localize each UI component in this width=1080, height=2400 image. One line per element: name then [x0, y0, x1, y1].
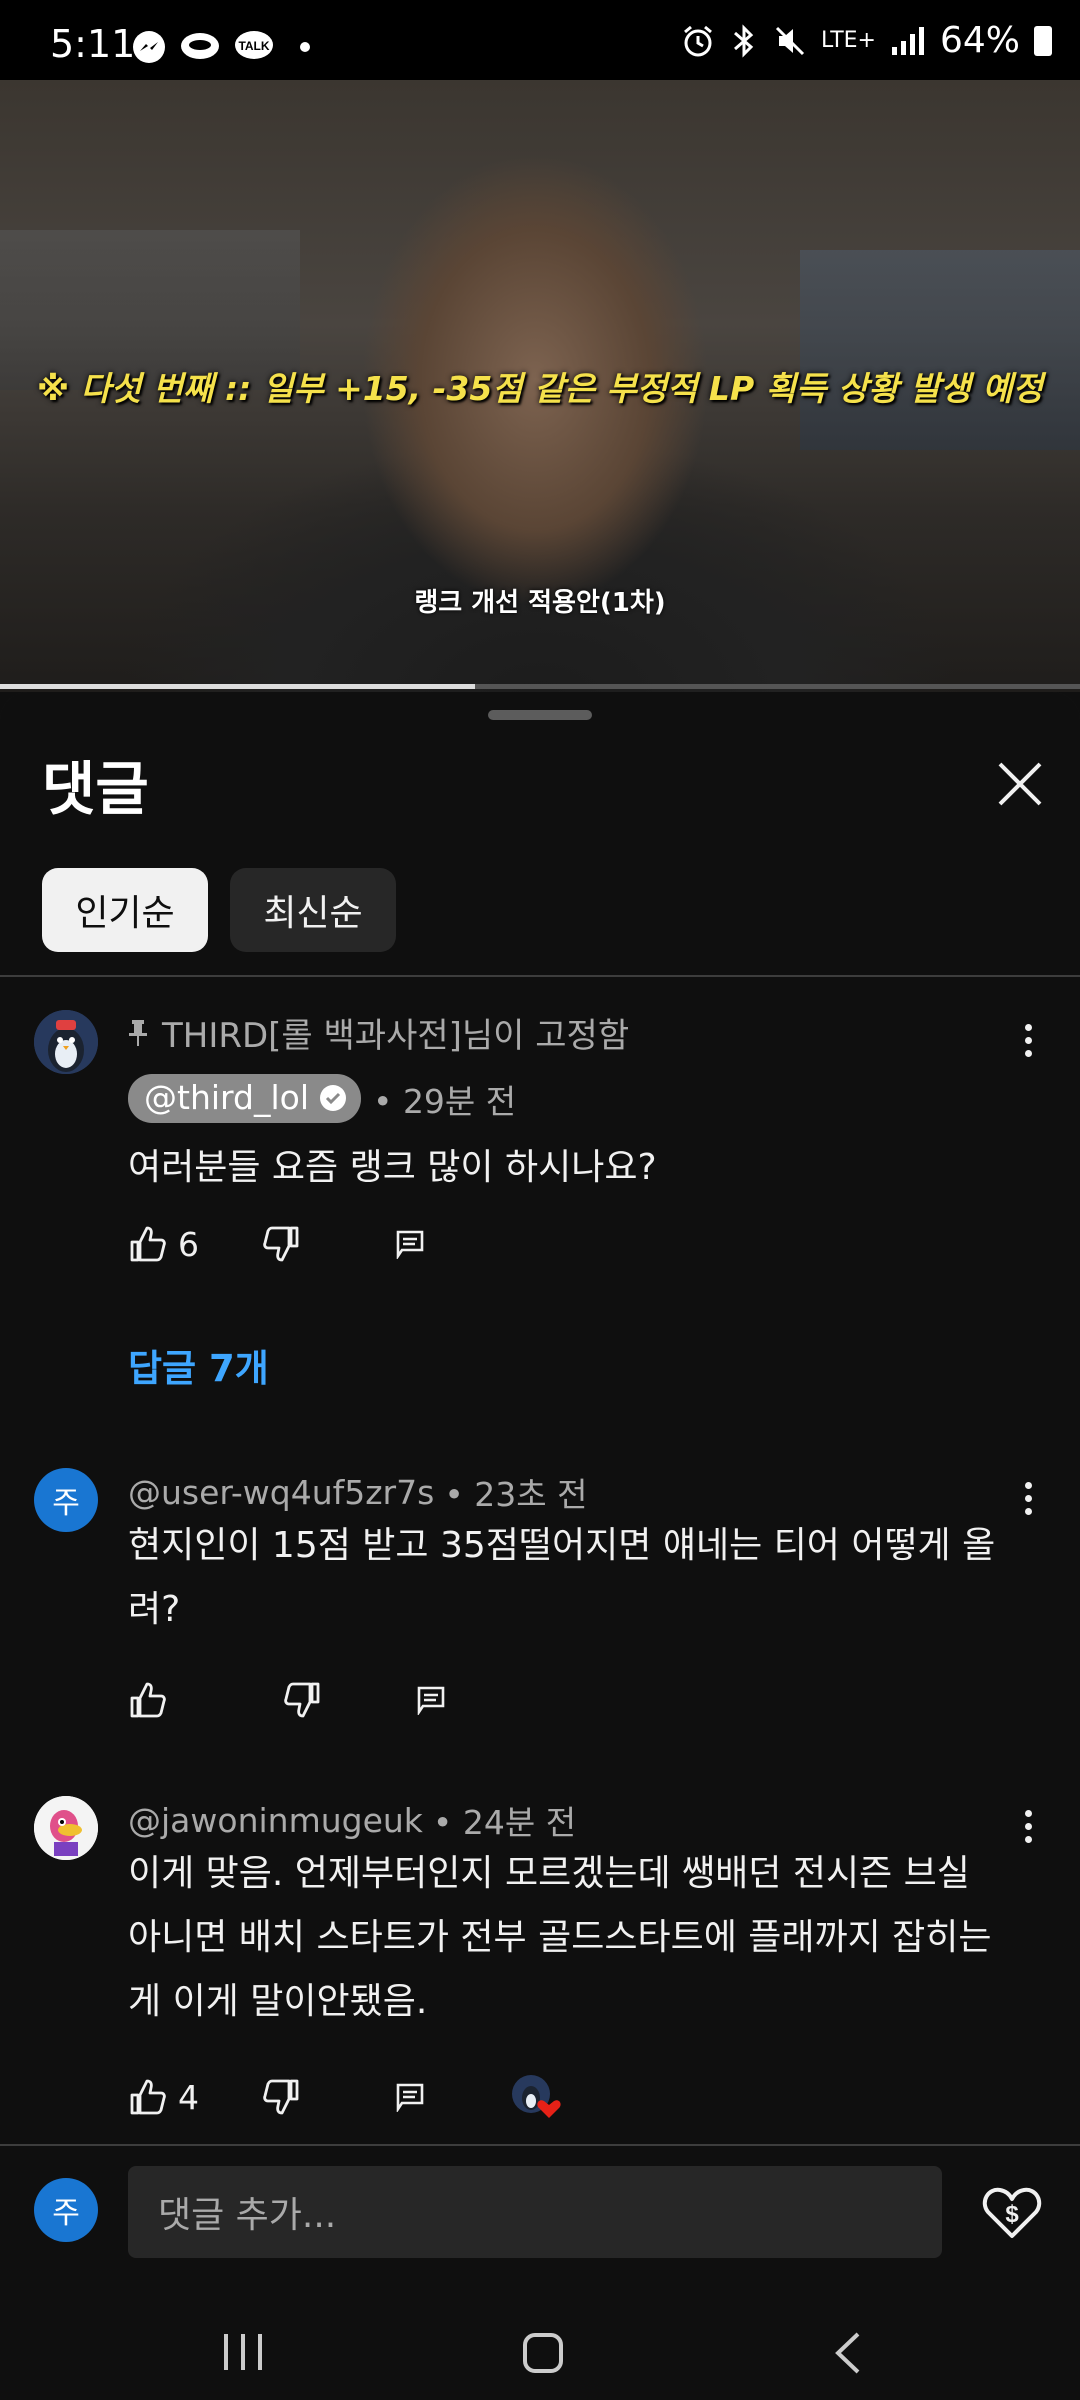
video-progress-fill: [0, 684, 476, 689]
thumbs-up-icon: [130, 1682, 166, 1718]
more-options-icon[interactable]: [1008, 1016, 1048, 1064]
status-time: 5:11: [50, 22, 136, 66]
video-progress-bar[interactable]: [0, 684, 1080, 689]
creator-heart-icon: [512, 2075, 561, 2118]
comment-text: 이게 맞음. 언제부터인지 모르겠는데 쌩배던 전시즌 브실 아니면 배치 스타…: [128, 1853, 992, 2022]
system-icons: LTE+ 64%: [681, 20, 1052, 61]
cartoon-avatar-icon: [34, 1796, 98, 1860]
reply-comment-icon: [396, 1230, 424, 1259]
my-avatar[interactable]: 주: [34, 2178, 98, 2242]
reply-comment-icon: [396, 2083, 424, 2112]
verified-check-icon: [319, 1084, 346, 1111]
thumbs-up-icon: [130, 2079, 166, 2115]
bluetooth-icon: [733, 23, 754, 58]
comment-meta: @user-wq4uf5zr7s • 23초 전: [128, 1468, 587, 1516]
penguin-avatar-icon: [34, 1010, 98, 1074]
svg-text:$: $: [1005, 2201, 1019, 2228]
add-comment-input[interactable]: 댓글 추가...: [128, 2166, 942, 2258]
view-replies-link[interactable]: 답글 7개: [128, 1338, 269, 1392]
like-count: 6: [178, 1224, 199, 1264]
pinned-text: THIRD[롤 백과사전]님이 고정함: [162, 1016, 630, 1056]
signal-icon: [891, 26, 924, 55]
sort-chip-newest[interactable]: 최신순: [230, 868, 396, 952]
recent-apps-icon[interactable]: [222, 2332, 264, 2372]
comment-time: • 24분 전: [432, 1803, 577, 1842]
home-icon[interactable]: [522, 2332, 564, 2374]
alarm-icon: [684, 25, 712, 56]
video-player[interactable]: ※ 다섯 번째 :: 일부 +15, -35점 같은 부정적 LP 획득 상황 …: [0, 80, 1080, 692]
close-icon[interactable]: [990, 754, 1050, 814]
more-notifications-dot: [300, 42, 310, 52]
dislike-button[interactable]: [261, 2077, 301, 2117]
author-chip[interactable]: @third_lol: [128, 1074, 361, 1123]
comment-text: 현지인이 15점 받고 35점떨어지면 얘네는 티어 어떻게 올려?: [128, 1525, 996, 1630]
thumbs-down-icon: [263, 2079, 299, 2115]
status-bar: 5:11 TALK LTE+ 64%: [0, 0, 1080, 80]
comment-actions: 4: [128, 2074, 563, 2120]
drag-handle[interactable]: [488, 710, 592, 720]
thumbs-down-icon: [263, 1226, 299, 1262]
comment-meta: @jawoninmugeuk • 24분 전: [128, 1796, 576, 1844]
divider: [0, 975, 1080, 977]
reply-button[interactable]: [416, 1685, 446, 1715]
super-thanks-icon[interactable]: $: [980, 2180, 1044, 2244]
chat-bubble-icon: [181, 33, 219, 59]
back-icon[interactable]: [832, 2330, 862, 2376]
author-name[interactable]: @jawoninmugeuk: [128, 1801, 423, 1840]
reply-button[interactable]: [395, 1229, 425, 1259]
more-options-icon[interactable]: [1008, 1802, 1048, 1850]
like-count: 4: [178, 2077, 199, 2117]
system-nav-bar: [0, 2290, 1080, 2400]
reply-button[interactable]: [395, 2082, 425, 2112]
battery-icon: [1034, 25, 1052, 56]
video-caption: ※ 다섯 번째 :: 일부 +15, -35점 같은 부정적 LP 획득 상황 …: [37, 369, 1043, 408]
like-button[interactable]: [128, 1680, 178, 1720]
mute-icon: [775, 26, 805, 55]
comment-text: 여러분들 요즘 랭크 많이 하시나요?: [128, 1147, 657, 1188]
avatar[interactable]: [34, 1796, 98, 1860]
pin-icon: [129, 1019, 147, 1046]
like-button[interactable]: 4: [128, 2077, 199, 2117]
reply-comment-icon: [417, 1686, 445, 1715]
dislike-button[interactable]: [282, 1680, 322, 1720]
dislike-button[interactable]: [261, 1224, 301, 1264]
author-name: @third_lol: [144, 1078, 309, 1117]
video-subtitle: 랭크 개선 적용안(1차): [414, 588, 666, 618]
more-options-icon[interactable]: [1008, 1474, 1048, 1522]
messenger-icon: [133, 31, 165, 63]
comment-actions: 6: [128, 1224, 425, 1264]
avatar[interactable]: 주: [34, 1468, 98, 1532]
creator-heart-badge: [511, 2074, 563, 2120]
comment-time: • 29분 전: [372, 1081, 517, 1121]
network-type: LTE+: [820, 28, 876, 53]
input-divider: [0, 2144, 1080, 2146]
like-button[interactable]: 6: [128, 1224, 199, 1264]
battery-percent: 64%: [939, 20, 1020, 61]
author-name[interactable]: @user-wq4uf5zr7s: [128, 1473, 434, 1512]
sort-chip-popular[interactable]: 인기순: [42, 868, 208, 952]
comment-actions: [128, 1680, 446, 1720]
svg-text:TALK: TALK: [238, 39, 269, 53]
notification-icons: TALK: [132, 30, 310, 64]
thumbs-down-icon: [284, 1682, 320, 1718]
comments-title: 댓글: [42, 755, 149, 823]
video-background: [800, 250, 1080, 450]
pinned-label: THIRD[롤 백과사전]님이 고정함: [128, 1008, 629, 1057]
avatar[interactable]: [34, 1010, 98, 1074]
comment-time: • 23초 전: [444, 1475, 588, 1514]
talk-icon: TALK: [235, 31, 273, 59]
thumbs-up-icon: [130, 1226, 166, 1262]
comment-meta: @third_lol • 29분 전: [128, 1074, 516, 1123]
